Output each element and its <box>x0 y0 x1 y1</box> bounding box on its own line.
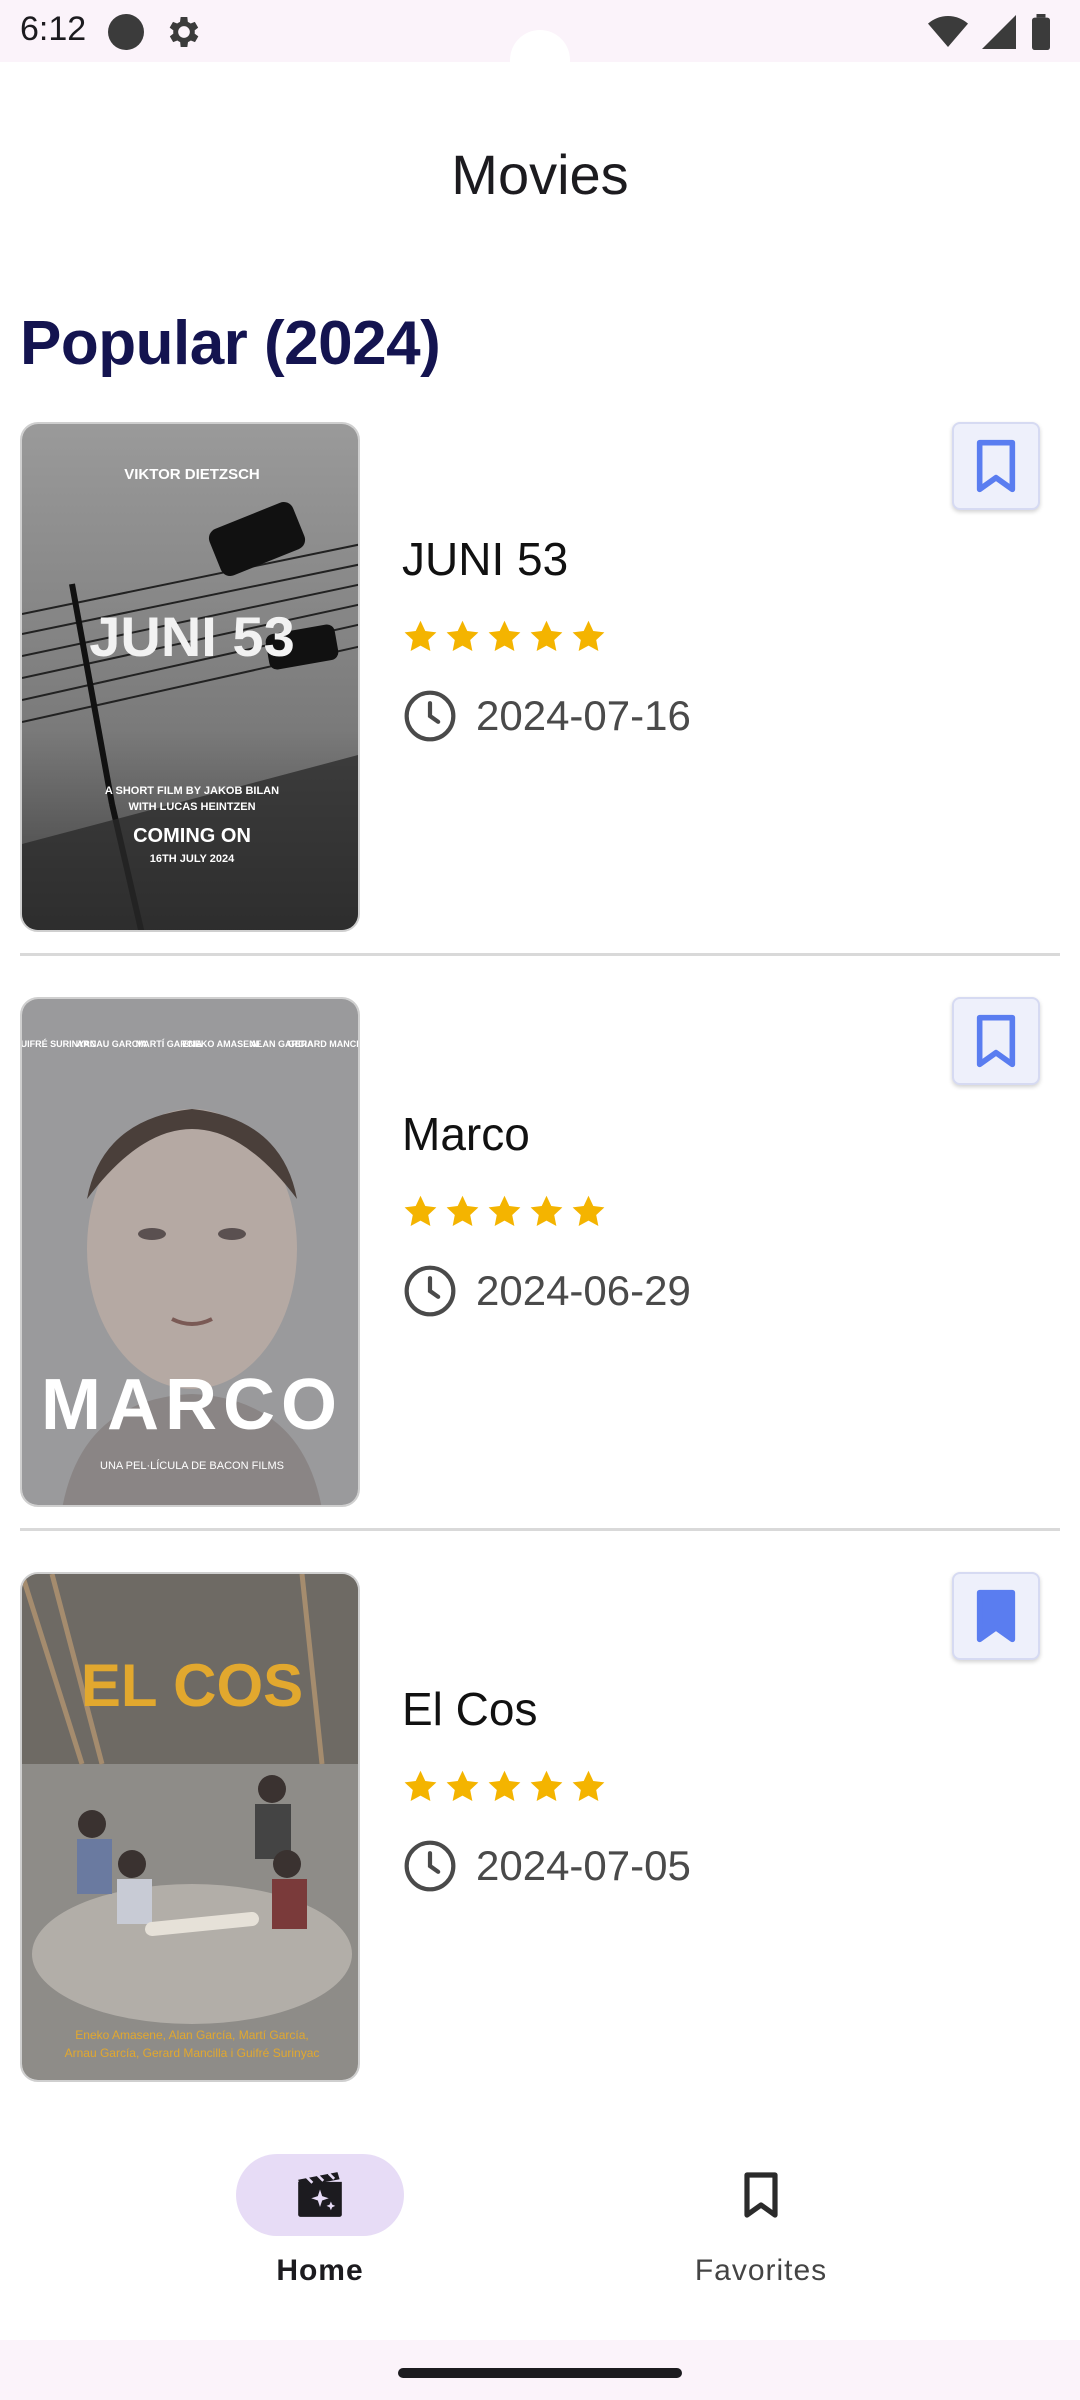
star-icon <box>572 1195 605 1226</box>
camera-cutout <box>510 30 570 64</box>
nav-label-home: Home <box>276 2254 364 2287</box>
gesture-handle[interactable] <box>398 2368 682 2378</box>
wifi-icon <box>928 16 968 47</box>
bookmark-button[interactable] <box>952 422 1040 510</box>
poster-sub-text: UNA PEL·LÍCULA DE BACON FILMS <box>100 1459 284 1472</box>
movie-list[interactable]: VIKTOR DIETZSCH JUNI 53 A SHORT FILM BY … <box>0 422 1080 2092</box>
rating-stars <box>402 1768 607 1805</box>
bookmark-icon <box>976 439 1016 493</box>
release-date-row: 2024-06-29 <box>402 1263 691 1319</box>
clock-icon <box>404 1840 456 1892</box>
divider <box>20 1528 1060 1531</box>
movie-poster[interactable]: GUIFRÉ SURINYAC ARNAU GARCIA MARTÍ GARCI… <box>20 997 360 1507</box>
star-icon <box>530 620 563 651</box>
release-date-row: 2024-07-05 <box>402 1838 691 1894</box>
poster-line1: A SHORT FILM BY JAKOB BILAN <box>105 785 279 797</box>
movie-title[interactable]: El Cos <box>402 1682 537 1736</box>
divider <box>20 953 1060 956</box>
bottom-navigation: Home Favorites <box>0 2092 1080 2342</box>
poster-elcos-art: EL COS Eneko Amasene, Alan García, Martí… <box>22 1574 358 2080</box>
movie-card[interactable]: GUIFRÉ SURINYAC ARNAU GARCIA MARTÍ GARCI… <box>0 997 1080 1572</box>
poster-credits-2: Arnau García, Gerard Mancilla i Guifré S… <box>65 2046 320 2060</box>
release-date: 2024-07-05 <box>476 1842 691 1889</box>
star-icon <box>404 620 437 651</box>
bookmark-icon <box>976 1014 1016 1068</box>
movie-card[interactable]: EL COS Eneko Amasene, Alan García, Martí… <box>0 1572 1080 2092</box>
settings-gear-icon <box>169 17 199 47</box>
poster-marco-art: GUIFRÉ SURINYAC ARNAU GARCIA MARTÍ GARCI… <box>22 999 360 1505</box>
star-icon <box>446 1195 479 1226</box>
star-icon <box>488 1195 521 1226</box>
star-icon <box>530 1770 563 1801</box>
poster-top-text: VIKTOR DIETZSCH <box>124 466 260 483</box>
movie-title[interactable]: Marco <box>402 1107 530 1161</box>
clock-icon <box>404 1265 456 1317</box>
release-date: 2024-07-16 <box>476 692 691 739</box>
nav-item-favorites[interactable]: Favorites <box>611 2154 911 2288</box>
clock-icon <box>404 690 456 742</box>
star-icon <box>446 1770 479 1801</box>
star-icon <box>488 1770 521 1801</box>
section-title: Popular (2024) <box>20 309 441 378</box>
status-time: 6:12 <box>20 10 87 48</box>
cellular-signal-icon <box>982 15 1016 49</box>
poster-main-text: EL COS <box>81 1652 303 1719</box>
poster-main-text: MARCO <box>41 1365 343 1445</box>
rating-stars <box>402 1193 607 1230</box>
poster-credits-1: Eneko Amasene, Alan García, Martí García… <box>75 2028 308 2042</box>
movie-poster[interactable]: EL COS Eneko Amasene, Alan García, Martí… <box>20 1572 360 2082</box>
release-date-row: 2024-07-16 <box>402 688 691 744</box>
nav-label-favorites: Favorites <box>694 2254 828 2287</box>
app-title: Movies <box>451 143 629 206</box>
poster-main-text: JUNI 53 <box>89 605 294 668</box>
poster-line4: 16TH JULY 2024 <box>150 853 235 865</box>
battery-icon <box>1032 14 1050 50</box>
movie-title[interactable]: JUNI 53 <box>402 532 568 586</box>
nav-item-home[interactable]: Home <box>170 2154 470 2288</box>
nav-active-indicator <box>236 2154 404 2236</box>
star-icon <box>404 1770 437 1801</box>
release-date: 2024-06-29 <box>476 1267 691 1314</box>
status-bar: 6:12 <box>0 0 1080 64</box>
star-icon <box>446 620 479 651</box>
star-icon <box>572 620 605 651</box>
bookmark-button[interactable] <box>952 1572 1040 1660</box>
star-icon <box>572 1770 605 1801</box>
nav-icon-container <box>677 2154 845 2236</box>
star-icon <box>488 620 521 651</box>
movies-screen: Movies Popular (2024) VIKTOR DIETZSCH JU… <box>0 62 1080 2092</box>
poster-line3: COMING ON <box>133 825 251 847</box>
poster-line2: WITH LUCAS HEINTZEN <box>128 801 255 813</box>
bookmark-icon <box>976 1589 1016 1643</box>
poster-juni53-art: VIKTOR DIETZSCH JUNI 53 A SHORT FILM BY … <box>22 424 358 930</box>
star-icon <box>530 1195 563 1226</box>
notification-dot-icon <box>108 14 144 50</box>
movie-sparkle-icon <box>298 2172 342 2217</box>
gesture-navigation-area <box>0 2340 1080 2400</box>
bookmark-icon <box>744 2172 778 2218</box>
bookmark-button[interactable] <box>952 997 1040 1085</box>
movie-poster[interactable]: VIKTOR DIETZSCH JUNI 53 A SHORT FILM BY … <box>20 422 360 932</box>
poster-cast-6: GERARD MANCILLA <box>288 1039 360 1049</box>
rating-stars <box>402 618 607 655</box>
star-icon <box>404 1195 437 1226</box>
movie-card[interactable]: VIKTOR DIETZSCH JUNI 53 A SHORT FILM BY … <box>0 422 1080 997</box>
status-icons <box>928 12 1052 52</box>
